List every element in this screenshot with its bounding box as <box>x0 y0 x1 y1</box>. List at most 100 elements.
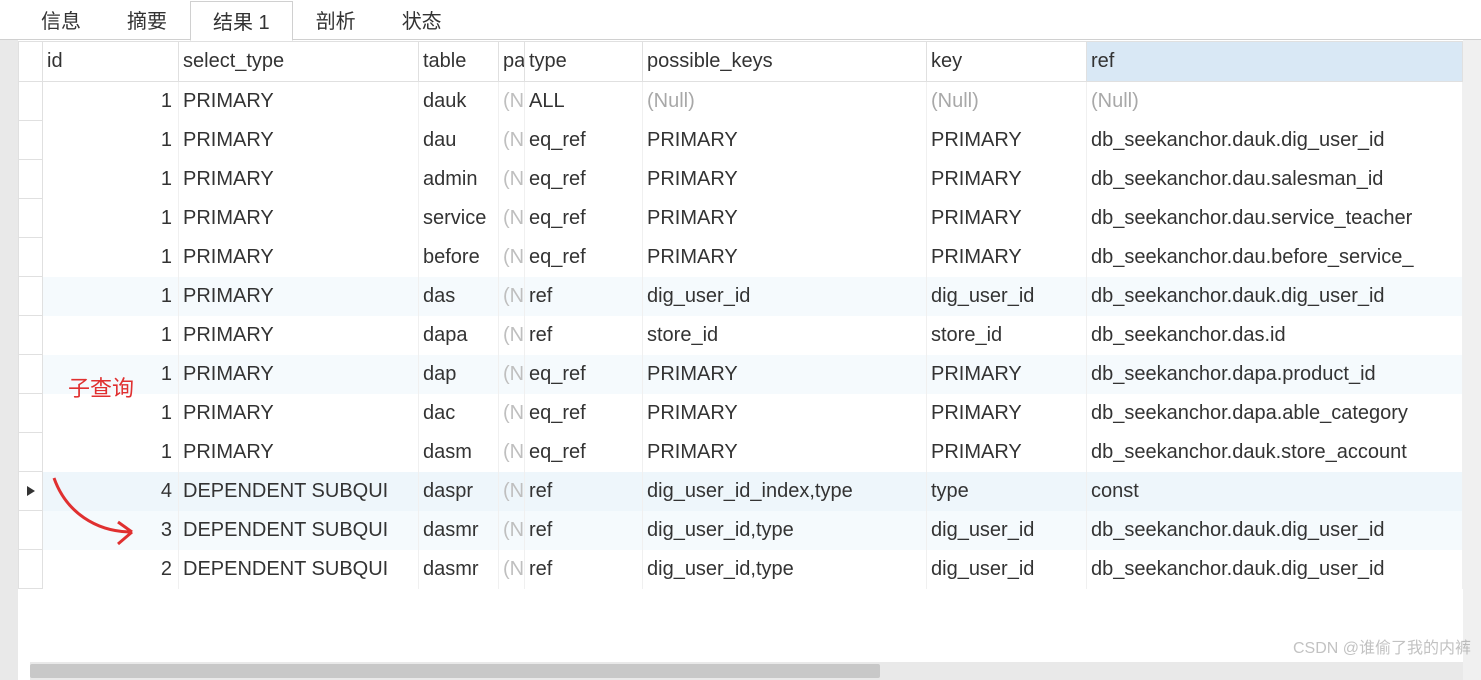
horizontal-scrollbar-thumb[interactable] <box>30 664 880 678</box>
column-header-rowhead[interactable] <box>19 42 43 82</box>
table-row[interactable]: 1PRIMARYbefore(Neq_refPRIMARYPRIMARYdb_s… <box>19 238 1463 277</box>
cell-ref[interactable]: db_seekanchor.das.id <box>1087 316 1463 355</box>
tab-0[interactable]: 信息 <box>18 0 104 40</box>
cell-type[interactable]: eq_ref <box>525 394 643 433</box>
table-row[interactable]: 1PRIMARYdasm(Neq_refPRIMARYPRIMARYdb_see… <box>19 433 1463 472</box>
cell-ref[interactable]: db_seekanchor.dauk.dig_user_id <box>1087 277 1463 316</box>
column-header-partitions[interactable]: pa <box>499 42 525 82</box>
cell-key[interactable]: dig_user_id <box>927 511 1087 550</box>
cell-ref[interactable]: db_seekanchor.dapa.able_category <box>1087 394 1463 433</box>
table-row[interactable]: 2DEPENDENT SUBQUIdasmr(Nrefdig_user_id,t… <box>19 550 1463 589</box>
cell-key[interactable]: (Null) <box>927 82 1087 121</box>
cell-possible-keys[interactable]: dig_user_id <box>643 277 927 316</box>
column-header-possible-keys[interactable]: possible_keys <box>643 42 927 82</box>
cell-key[interactable]: dig_user_id <box>927 550 1087 589</box>
cell-id[interactable]: 4 <box>43 472 179 511</box>
cell-table[interactable]: daspr <box>419 472 499 511</box>
cell-id[interactable]: 1 <box>43 82 179 121</box>
cell-key[interactable]: PRIMARY <box>927 433 1087 472</box>
cell-possible-keys[interactable]: PRIMARY <box>643 394 927 433</box>
cell-type[interactable]: ref <box>525 316 643 355</box>
column-header-type[interactable]: type <box>525 42 643 82</box>
cell-key[interactable]: store_id <box>927 316 1087 355</box>
cell-table[interactable]: dap <box>419 355 499 394</box>
cell-table[interactable]: dapa <box>419 316 499 355</box>
cell-possible-keys[interactable]: store_id <box>643 316 927 355</box>
cell-type[interactable]: ref <box>525 550 643 589</box>
cell-possible-keys[interactable]: PRIMARY <box>643 355 927 394</box>
cell-id[interactable]: 1 <box>43 238 179 277</box>
cell-type[interactable]: ref <box>525 472 643 511</box>
cell-id[interactable]: 3 <box>43 511 179 550</box>
cell-type[interactable]: ref <box>525 277 643 316</box>
table-row[interactable]: 4DEPENDENT SUBQUIdaspr(Nrefdig_user_id_i… <box>19 472 1463 511</box>
cell-select-type[interactable]: PRIMARY <box>179 355 419 394</box>
cell-key[interactable]: PRIMARY <box>927 394 1087 433</box>
cell-type[interactable]: eq_ref <box>525 433 643 472</box>
cell-ref[interactable]: db_seekanchor.dauk.dig_user_id <box>1087 550 1463 589</box>
cell-key[interactable]: PRIMARY <box>927 121 1087 160</box>
cell-table[interactable]: dau <box>419 121 499 160</box>
cell-possible-keys[interactable]: PRIMARY <box>643 238 927 277</box>
tab-1[interactable]: 摘要 <box>104 0 190 40</box>
cell-ref[interactable]: db_seekanchor.dauk.dig_user_id <box>1087 121 1463 160</box>
cell-key[interactable]: PRIMARY <box>927 160 1087 199</box>
cell-key[interactable]: PRIMARY <box>927 355 1087 394</box>
cell-select-type[interactable]: PRIMARY <box>179 160 419 199</box>
cell-type[interactable]: eq_ref <box>525 355 643 394</box>
tab-4[interactable]: 状态 <box>379 0 465 40</box>
cell-select-type[interactable]: PRIMARY <box>179 316 419 355</box>
cell-table[interactable]: dac <box>419 394 499 433</box>
cell-partitions[interactable]: (N <box>499 511 525 550</box>
cell-id[interactable]: 1 <box>43 433 179 472</box>
cell-type[interactable]: eq_ref <box>525 238 643 277</box>
column-header-id[interactable]: id <box>43 42 179 82</box>
cell-ref[interactable]: db_seekanchor.dau.service_teacher <box>1087 199 1463 238</box>
cell-select-type[interactable]: PRIMARY <box>179 82 419 121</box>
cell-partitions[interactable]: (N <box>499 277 525 316</box>
cell-possible-keys[interactable]: PRIMARY <box>643 433 927 472</box>
cell-select-type[interactable]: DEPENDENT SUBQUI <box>179 511 419 550</box>
cell-partitions[interactable]: (N <box>499 238 525 277</box>
table-row[interactable]: 1PRIMARYadmin(Neq_refPRIMARYPRIMARYdb_se… <box>19 160 1463 199</box>
cell-ref[interactable]: db_seekanchor.dau.salesman_id <box>1087 160 1463 199</box>
column-header-table[interactable]: table <box>419 42 499 82</box>
cell-table[interactable]: dauk <box>419 82 499 121</box>
cell-partitions[interactable]: (N <box>499 121 525 160</box>
cell-partitions[interactable]: (N <box>499 355 525 394</box>
cell-table[interactable]: dasmr <box>419 511 499 550</box>
cell-key[interactable]: PRIMARY <box>927 199 1087 238</box>
cell-ref[interactable]: db_seekanchor.dapa.product_id <box>1087 355 1463 394</box>
cell-id[interactable]: 2 <box>43 550 179 589</box>
table-row[interactable]: 3DEPENDENT SUBQUIdasmr(Nrefdig_user_id,t… <box>19 511 1463 550</box>
cell-partitions[interactable]: (N <box>499 160 525 199</box>
horizontal-scrollbar[interactable] <box>30 662 1463 680</box>
cell-partitions[interactable]: (N <box>499 394 525 433</box>
result-grid[interactable]: id select_type table pa type possible_ke… <box>18 41 1463 589</box>
vertical-scrollbar-right[interactable] <box>1463 40 1481 680</box>
cell-select-type[interactable]: DEPENDENT SUBQUI <box>179 472 419 511</box>
cell-select-type[interactable]: PRIMARY <box>179 277 419 316</box>
cell-type[interactable]: ref <box>525 511 643 550</box>
cell-possible-keys[interactable]: dig_user_id_index,type <box>643 472 927 511</box>
table-row[interactable]: 1PRIMARYdauk(NALL(Null)(Null)(Null) <box>19 82 1463 121</box>
cell-partitions[interactable]: (N <box>499 472 525 511</box>
cell-partitions[interactable]: (N <box>499 433 525 472</box>
cell-key[interactable]: PRIMARY <box>927 238 1087 277</box>
cell-select-type[interactable]: PRIMARY <box>179 238 419 277</box>
cell-ref[interactable]: db_seekanchor.dauk.dig_user_id <box>1087 511 1463 550</box>
cell-id[interactable]: 1 <box>43 160 179 199</box>
cell-ref[interactable]: db_seekanchor.dauk.store_account <box>1087 433 1463 472</box>
cell-type[interactable]: eq_ref <box>525 160 643 199</box>
table-row[interactable]: 1PRIMARYdap(Neq_refPRIMARYPRIMARYdb_seek… <box>19 355 1463 394</box>
cell-id[interactable]: 1 <box>43 199 179 238</box>
column-header-key[interactable]: key <box>927 42 1087 82</box>
cell-id[interactable]: 1 <box>43 316 179 355</box>
cell-id[interactable]: 1 <box>43 121 179 160</box>
cell-partitions[interactable]: (N <box>499 199 525 238</box>
cell-possible-keys[interactable]: PRIMARY <box>643 199 927 238</box>
cell-table[interactable]: admin <box>419 160 499 199</box>
cell-ref[interactable]: db_seekanchor.dau.before_service_ <box>1087 238 1463 277</box>
cell-possible-keys[interactable]: dig_user_id,type <box>643 550 927 589</box>
cell-type[interactable]: ALL <box>525 82 643 121</box>
